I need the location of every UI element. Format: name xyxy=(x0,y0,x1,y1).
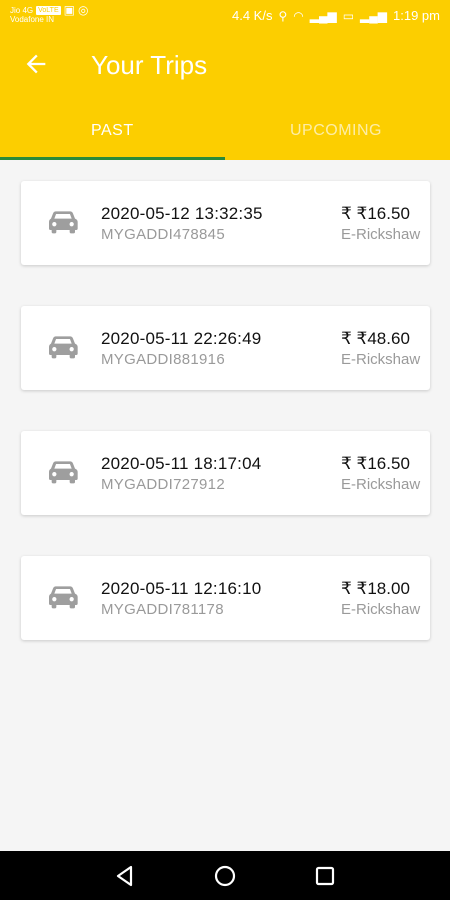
arrow-left-icon xyxy=(26,54,46,74)
volte-badge: VoLTE xyxy=(36,6,61,15)
circle-home-icon[interactable] xyxy=(212,863,238,889)
carrier-info: Jio 4G VoLTE ▣ ◎ Vodafone IN xyxy=(10,3,89,24)
trip-vehicle-id: MYGADDI881916 xyxy=(101,351,225,368)
app-bar: Jio 4G VoLTE ▣ ◎ Vodafone IN 4.4 K/s ⚲ ◠… xyxy=(0,0,450,160)
square-recents-icon[interactable] xyxy=(312,863,338,889)
trip-card[interactable]: 2020-05-11 18:17:04 MYGADDI727912 ₹ ₹16.… xyxy=(21,431,430,515)
tab-past-label: PAST xyxy=(91,122,134,139)
car-icon xyxy=(49,586,78,609)
signal-icon-2: ▂▄▆ xyxy=(360,8,388,23)
whatsapp-notification-icon: ◎ xyxy=(77,3,89,17)
trip-vehicle-id: MYGADDI727912 xyxy=(101,476,225,493)
car-icon xyxy=(49,461,78,484)
trip-vehicle-id: MYGADDI781178 xyxy=(101,601,224,618)
trip-price: ₹ ₹18.00 xyxy=(341,579,410,598)
wifi-icon: ◠ xyxy=(293,8,304,23)
network-speed: 4.4 K/s xyxy=(231,8,273,23)
trip-datetime: 2020-05-11 22:26:49 xyxy=(101,329,262,348)
trip-datetime: 2020-05-12 13:32:35 xyxy=(101,204,263,223)
toolbar: Your Trips xyxy=(0,38,450,94)
trip-vehicle-type: E-Rickshaw xyxy=(341,476,421,493)
trip-vehicle-type: E-Rickshaw xyxy=(341,351,421,368)
tab-bar: PAST UPCOMING xyxy=(0,112,450,160)
tab-past[interactable]: PAST xyxy=(0,112,225,160)
car-icon xyxy=(49,211,78,234)
back-button[interactable] xyxy=(22,50,50,78)
signal-icon: ▂▄▆ xyxy=(309,8,337,23)
tab-upcoming[interactable]: UPCOMING xyxy=(225,112,450,160)
tab-indicator xyxy=(0,157,225,160)
battery-icon: ▭ xyxy=(342,8,355,23)
trip-vehicle-type: E-Rickshaw xyxy=(341,226,421,243)
trip-card[interactable]: 2020-05-11 12:16:10 MYGADDI781178 ₹ ₹18.… xyxy=(21,556,430,640)
status-icons: 4.4 K/s ⚲ ◠ ▂▄▆ ▭ ▂▄▆ 1:19 pm xyxy=(232,8,440,23)
location-icon: ⚲ xyxy=(278,8,288,23)
car-icon xyxy=(49,336,78,359)
system-nav-bar xyxy=(0,851,450,900)
page-title: Your Trips xyxy=(91,50,208,80)
trip-datetime: 2020-05-11 12:16:10 xyxy=(101,579,262,598)
trip-card[interactable]: 2020-05-11 22:26:49 MYGADDI881916 ₹ ₹48.… xyxy=(21,306,430,390)
carrier-name: Jio 4G xyxy=(10,6,34,15)
tab-upcoming-label: UPCOMING xyxy=(290,122,382,139)
trip-vehicle-type: E-Rickshaw xyxy=(341,601,421,618)
trip-vehicle-id: MYGADDI478845 xyxy=(101,226,225,243)
carrier-name-secondary: Vodafone IN xyxy=(10,15,55,24)
clock: 1:19 pm xyxy=(393,8,440,23)
status-bar: Jio 4G VoLTE ▣ ◎ Vodafone IN 4.4 K/s ⚲ ◠… xyxy=(0,0,450,34)
trip-price: ₹ ₹16.50 xyxy=(341,204,410,223)
triangle-back-icon[interactable] xyxy=(112,863,138,889)
trip-price: ₹ ₹16.50 xyxy=(341,454,410,473)
trip-price: ₹ ₹48.60 xyxy=(341,329,410,348)
trip-datetime: 2020-05-11 18:17:04 xyxy=(101,454,262,473)
image-notification-icon: ▣ xyxy=(63,3,75,17)
trip-card[interactable]: 2020-05-12 13:32:35 MYGADDI478845 ₹ ₹16.… xyxy=(21,181,430,265)
